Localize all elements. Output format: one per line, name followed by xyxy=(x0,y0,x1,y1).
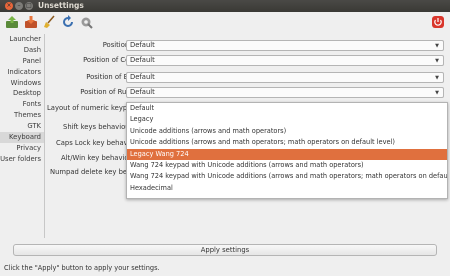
sidebar-item-windows[interactable]: Windows xyxy=(0,78,44,89)
chevron-down-icon: ▼ xyxy=(435,58,439,64)
numeric-keypad-dropdown[interactable]: Default Legacy Unicode additions (arrows… xyxy=(126,102,448,199)
close-icon: × xyxy=(6,2,12,9)
dropdown-option-selected[interactable]: Legacy Wang 724 xyxy=(127,148,447,160)
title-bar: × – □ Unsettings xyxy=(0,0,450,12)
close-window-button[interactable]: × xyxy=(5,2,13,10)
sidebar-item-launcher[interactable]: Launcher xyxy=(0,34,44,45)
ctrl-key-value: Default xyxy=(130,41,155,49)
sidebar-item-themes[interactable]: Themes xyxy=(0,110,44,121)
toolbar xyxy=(0,12,450,32)
numpad-delete-label: Numpad delete key beh... xyxy=(50,168,138,176)
chevron-down-icon: ▼ xyxy=(435,75,439,81)
sidebar-item-desktop[interactable]: Desktop xyxy=(0,88,44,99)
dropdown-option[interactable]: Wang 724 keypad with Unicode additions (… xyxy=(127,160,447,171)
sidebar-item-dash[interactable]: Dash xyxy=(0,45,44,56)
rupee-combo[interactable]: Default ▼ xyxy=(126,87,444,98)
alt-win-label: Alt/Win key behavior: xyxy=(61,154,134,162)
sidebar-item-indicators[interactable]: Indicators xyxy=(0,67,44,78)
numeric-keypad-label: Layout of numeric keypad: xyxy=(47,104,138,112)
settings-icon[interactable] xyxy=(79,15,93,29)
clean-icon[interactable] xyxy=(43,15,57,29)
maximize-icon: □ xyxy=(26,2,32,9)
dropdown-option[interactable]: Wang 724 keypad with Unicode additions (… xyxy=(127,171,447,182)
sidebar-item-panel[interactable]: Panel xyxy=(0,56,44,67)
euro-value: Default xyxy=(130,73,155,81)
sidebar-item-user-folders[interactable]: User folders xyxy=(0,154,44,165)
dropdown-option[interactable]: Legacy xyxy=(127,114,447,125)
ctrl-key-combo[interactable]: Default ▼ xyxy=(126,40,444,51)
dropdown-option[interactable]: Unicode additions (arrows and math opera… xyxy=(127,126,447,137)
chevron-down-icon: ▼ xyxy=(435,43,439,49)
quit-icon[interactable] xyxy=(431,15,445,29)
export-icon[interactable] xyxy=(5,15,19,29)
compose-key-value: Default xyxy=(130,56,155,64)
minimize-icon: – xyxy=(17,2,21,9)
sidebar-item-keyboard[interactable]: Keyboard xyxy=(0,132,44,143)
sidebar: Launcher Dash Panel Indicators Windows D… xyxy=(0,34,44,165)
sidebar-divider xyxy=(44,34,45,238)
compose-key-combo[interactable]: Default ▼ xyxy=(126,55,444,66)
rupee-value: Default xyxy=(130,88,155,96)
maximize-window-button[interactable]: □ xyxy=(25,2,33,10)
window-title: Unsettings xyxy=(38,1,84,10)
sidebar-item-gtk[interactable]: GTK xyxy=(0,121,44,132)
status-bar-text: Click the "Apply" button to apply your s… xyxy=(4,264,160,272)
import-icon[interactable] xyxy=(24,15,38,29)
apply-settings-button[interactable]: Apply settings xyxy=(13,244,437,256)
sidebar-item-privacy[interactable]: Privacy xyxy=(0,143,44,154)
dropdown-option[interactable]: Default xyxy=(127,103,447,114)
shift-keys-label: Shift keys behaviour: xyxy=(63,123,135,131)
minimize-window-button[interactable]: – xyxy=(15,2,23,10)
euro-combo[interactable]: Default ▼ xyxy=(126,72,444,83)
dropdown-option[interactable]: Unicode additions (arrows and math opera… xyxy=(127,137,447,148)
chevron-down-icon: ▼ xyxy=(435,90,439,96)
reload-icon[interactable] xyxy=(61,15,75,29)
dropdown-option[interactable]: Hexadecimal xyxy=(127,183,447,194)
sidebar-item-fonts[interactable]: Fonts xyxy=(0,99,44,110)
